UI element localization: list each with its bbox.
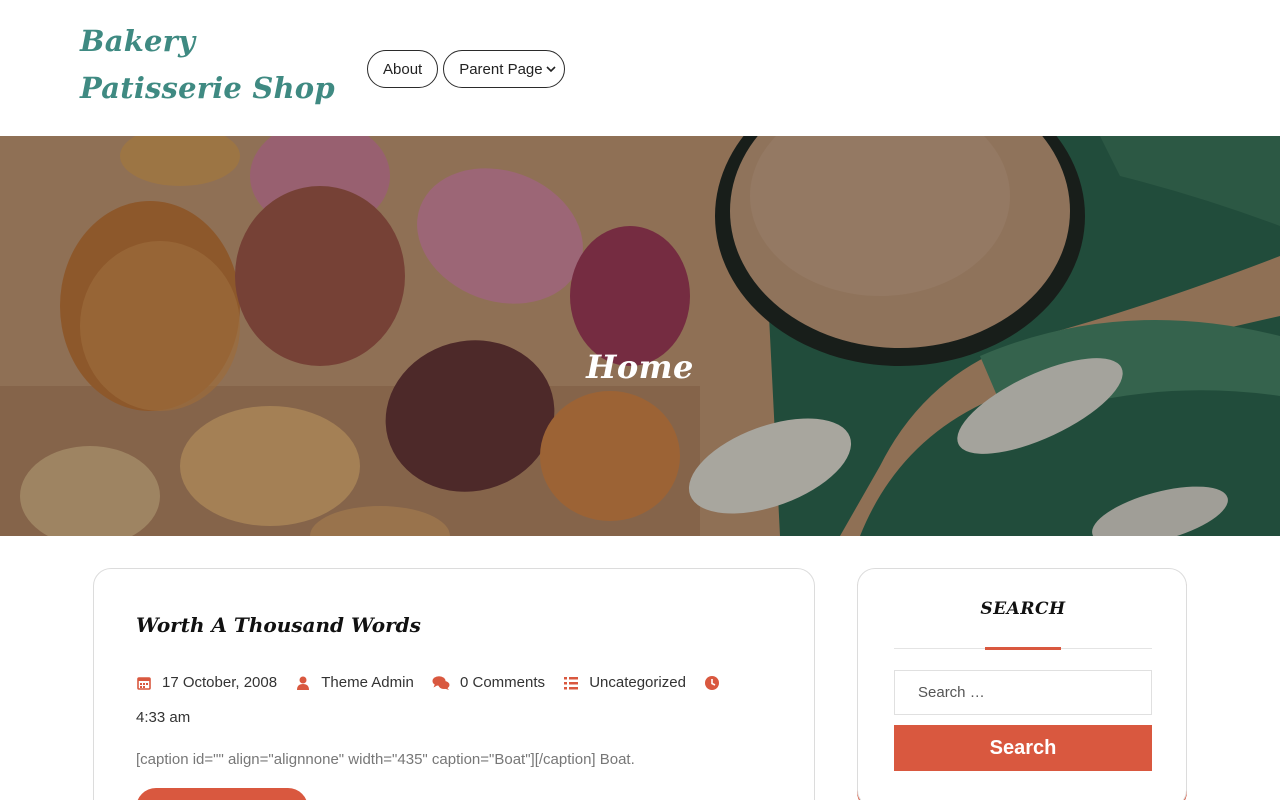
post-time-text: 4:33 am xyxy=(136,708,191,726)
post-excerpt: [caption id="" align="alignnone" width="… xyxy=(136,751,635,768)
read-more-button[interactable] xyxy=(136,788,308,800)
site-header: Bakery Patisserie Shop About Parent Page xyxy=(0,0,1280,136)
post-category[interactable]: Uncategorized xyxy=(563,667,686,698)
calendar-icon xyxy=(137,676,151,690)
post-author[interactable]: Theme Admin xyxy=(295,667,414,698)
search-input[interactable] xyxy=(894,670,1152,715)
search-button[interactable]: Search xyxy=(894,725,1152,771)
widget-title: SEARCH xyxy=(980,599,1066,619)
search-widget: SEARCH Search xyxy=(857,568,1187,800)
comments-icon xyxy=(432,675,450,690)
post-card: Worth A Thousand Words 17 October, 2008 … xyxy=(93,568,815,800)
clock-icon xyxy=(705,675,720,690)
post-comments-text: 0 Comments xyxy=(459,674,546,691)
post-meta: 17 October, 2008 Theme Admin 0 Comments xyxy=(136,667,776,733)
post-title[interactable]: Worth A Thousand Words xyxy=(136,613,421,637)
nav-item-about[interactable]: About xyxy=(367,50,439,88)
hero-overlay xyxy=(0,136,1280,536)
title-underline xyxy=(985,647,1061,650)
post-author-text: Theme Admin xyxy=(321,674,414,691)
page-title: Home xyxy=(586,348,694,386)
chevron-down-icon[interactable] xyxy=(544,62,558,76)
list-icon xyxy=(564,676,579,689)
post-comments[interactable]: 0 Comments xyxy=(432,667,545,698)
site-title[interactable]: Bakery Patisserie Shop xyxy=(80,18,350,112)
nav-item-label: Parent Page xyxy=(459,60,543,78)
nav-item-parent-page[interactable]: Parent Page xyxy=(443,50,565,88)
post-category-text: Uncategorized xyxy=(589,674,686,691)
user-icon xyxy=(297,676,310,690)
post-time xyxy=(704,675,730,691)
hero-banner: Home xyxy=(0,136,1280,536)
post-date[interactable]: 17 October, 2008 xyxy=(136,667,277,698)
post-date-text: 17 October, 2008 xyxy=(162,674,278,691)
main-navigation: About Parent Page xyxy=(367,50,565,88)
